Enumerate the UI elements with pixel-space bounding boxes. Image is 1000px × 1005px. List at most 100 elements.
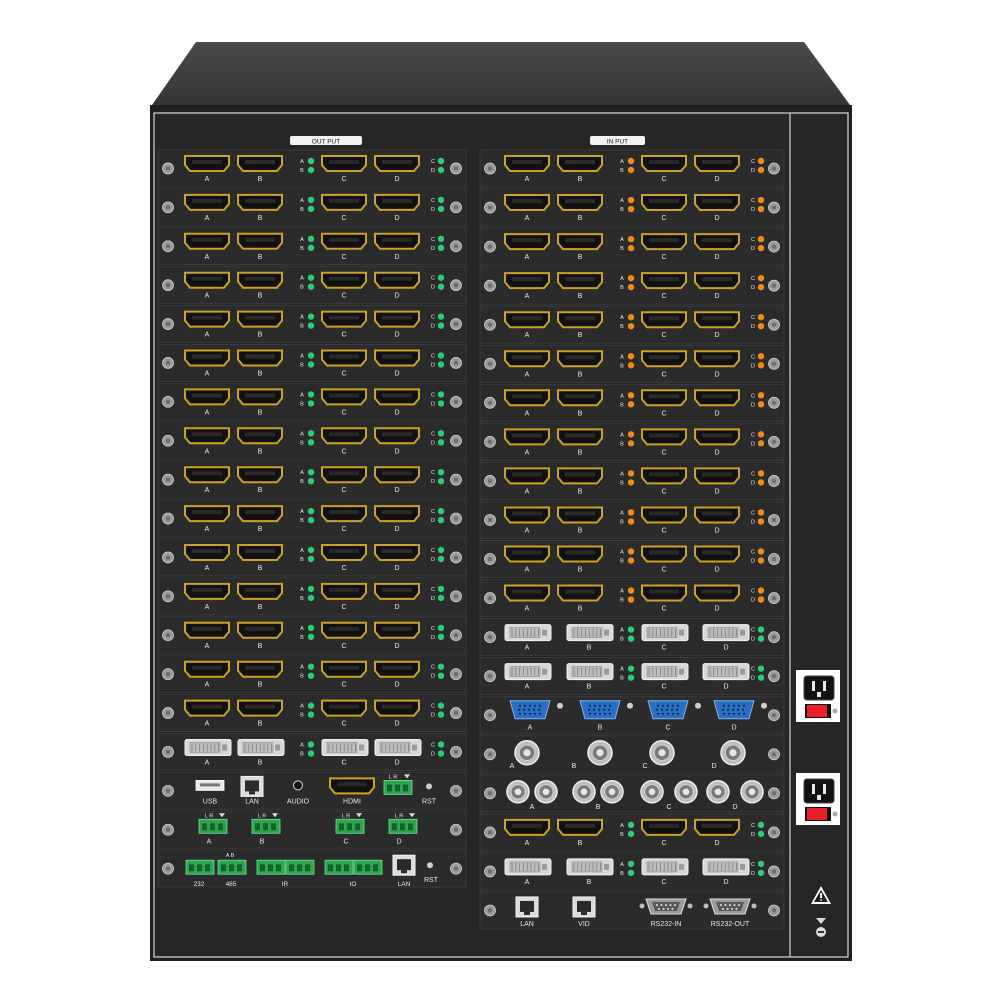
vga-port-icon[interactable] [647,700,689,720]
lan-port-icon[interactable] [392,854,416,876]
hdmi-port-icon[interactable] [184,310,230,328]
hdmi-port-icon[interactable] [557,272,603,290]
lan-port-icon[interactable] [515,896,539,918]
hdmi-port-icon[interactable] [184,388,230,406]
hdmi-port-icon[interactable] [321,349,367,367]
hdmi-port-icon[interactable] [321,505,367,523]
terminal-block-icon[interactable] [251,818,281,834]
hdmi-port-icon[interactable] [504,584,550,602]
hdmi-port-icon[interactable] [557,194,603,212]
terminal-block-icon[interactable] [388,818,418,834]
bnc-port-icon[interactable] [587,740,613,766]
hdmi-port-icon[interactable] [237,427,283,445]
bnc-port-icon[interactable] [600,780,624,804]
vga-port-icon[interactable] [579,700,621,720]
hdmi-port-icon[interactable] [694,428,740,446]
dvi-port-icon[interactable] [702,624,750,642]
hdmi-port-icon[interactable] [641,389,687,407]
hdmi-port-icon[interactable] [184,427,230,445]
hdmi-port-icon[interactable] [321,699,367,717]
hdmi-port-icon[interactable] [504,350,550,368]
dvi-port-icon[interactable] [321,739,369,756]
hdmi-port-icon[interactable] [184,232,230,250]
hdmi-port-icon[interactable] [184,271,230,289]
hdmi-port-icon[interactable] [321,193,367,211]
dvi-port-icon[interactable] [504,663,552,681]
hdmi-port-icon[interactable] [694,350,740,368]
hdmi-port-icon[interactable] [184,621,230,639]
dvi-port-icon[interactable] [566,858,614,876]
hdmi-port-icon[interactable] [694,311,740,329]
terminal-block-icon[interactable] [285,859,315,875]
hdmi-port-icon[interactable] [184,466,230,484]
hdmi-port-icon[interactable] [237,582,283,600]
bnc-port-icon[interactable] [706,780,730,804]
hdmi-port-icon[interactable] [557,545,603,563]
power-switch-icon[interactable] [807,808,827,820]
hdmi-port-icon[interactable] [374,232,420,250]
hdmi-port-icon[interactable] [694,389,740,407]
hdmi-port-icon[interactable] [504,389,550,407]
terminal-block-icon[interactable] [383,780,413,795]
hdmi-port-icon[interactable] [641,272,687,290]
hdmi-port-icon[interactable] [694,584,740,602]
hdmi-port-icon[interactable] [694,467,740,485]
terminal-block-icon[interactable] [335,818,365,834]
hdmi-port-icon[interactable] [504,818,550,836]
hdmi-port-icon[interactable] [694,233,740,251]
hdmi-port-icon[interactable] [557,389,603,407]
hdmi-port-icon[interactable] [641,545,687,563]
hdmi-port-icon[interactable] [184,349,230,367]
terminal-block-icon[interactable] [198,818,228,834]
hdmi-port-icon[interactable] [374,699,420,717]
hdmi-port-icon[interactable] [237,544,283,561]
hdmi-port-icon[interactable] [321,582,367,600]
hdmi-port-icon[interactable] [321,544,367,561]
hdmi-port-icon[interactable] [237,466,283,484]
bnc-port-icon[interactable] [640,780,664,804]
hdmi-port-icon[interactable] [557,467,603,485]
hdmi-port-icon[interactable] [557,428,603,446]
audio-jack-icon[interactable] [292,780,304,791]
dvi-port-icon[interactable] [702,858,750,876]
hdmi-port-icon[interactable] [504,155,550,172]
hdmi-port-icon[interactable] [237,310,283,328]
bnc-port-icon[interactable] [740,780,764,804]
hdmi-port-icon[interactable] [321,427,367,445]
hdmi-port-icon[interactable] [237,505,283,523]
hdmi-port-icon[interactable] [237,193,283,211]
hdmi-port-icon[interactable] [374,505,420,523]
hdmi-port-icon[interactable] [374,621,420,639]
terminal-block-icon[interactable] [217,859,247,875]
hdmi-port-icon[interactable] [237,660,283,678]
hdmi-port-icon[interactable] [184,544,230,561]
terminal-block-icon[interactable] [256,859,286,875]
hdmi-port-icon[interactable] [504,506,550,524]
bnc-port-icon[interactable] [514,740,540,766]
vga-port-icon[interactable] [509,700,551,720]
hdmi-port-icon[interactable] [374,544,420,561]
hdmi-port-icon[interactable] [184,505,230,523]
hdmi-port-icon[interactable] [641,428,687,446]
hdmi-port-icon[interactable] [557,155,603,172]
hdmi-port-icon[interactable] [237,232,283,250]
dvi-port-icon[interactable] [566,624,614,642]
hdmi-port-icon[interactable] [557,506,603,524]
hdmi-port-icon[interactable] [504,428,550,446]
terminal-block-icon[interactable] [353,859,383,875]
bnc-port-icon[interactable] [506,780,530,804]
hdmi-port-icon[interactable] [321,466,367,484]
hdmi-port-icon[interactable] [237,271,283,289]
hdmi-port-icon[interactable] [321,388,367,406]
hdmi-port-icon[interactable] [694,155,740,172]
hdmi-port-icon[interactable] [184,582,230,600]
hdmi-port-icon[interactable] [237,349,283,367]
hdmi-port-icon[interactable] [374,660,420,678]
hdmi-port-icon[interactable] [641,155,687,172]
hdmi-port-icon[interactable] [184,660,230,678]
hdmi-port-icon[interactable] [237,621,283,639]
hdmi-port-icon[interactable] [694,506,740,524]
hdmi-port-icon[interactable] [321,621,367,639]
hdmi-port-icon[interactable] [557,350,603,368]
hdmi-port-icon[interactable] [321,310,367,328]
